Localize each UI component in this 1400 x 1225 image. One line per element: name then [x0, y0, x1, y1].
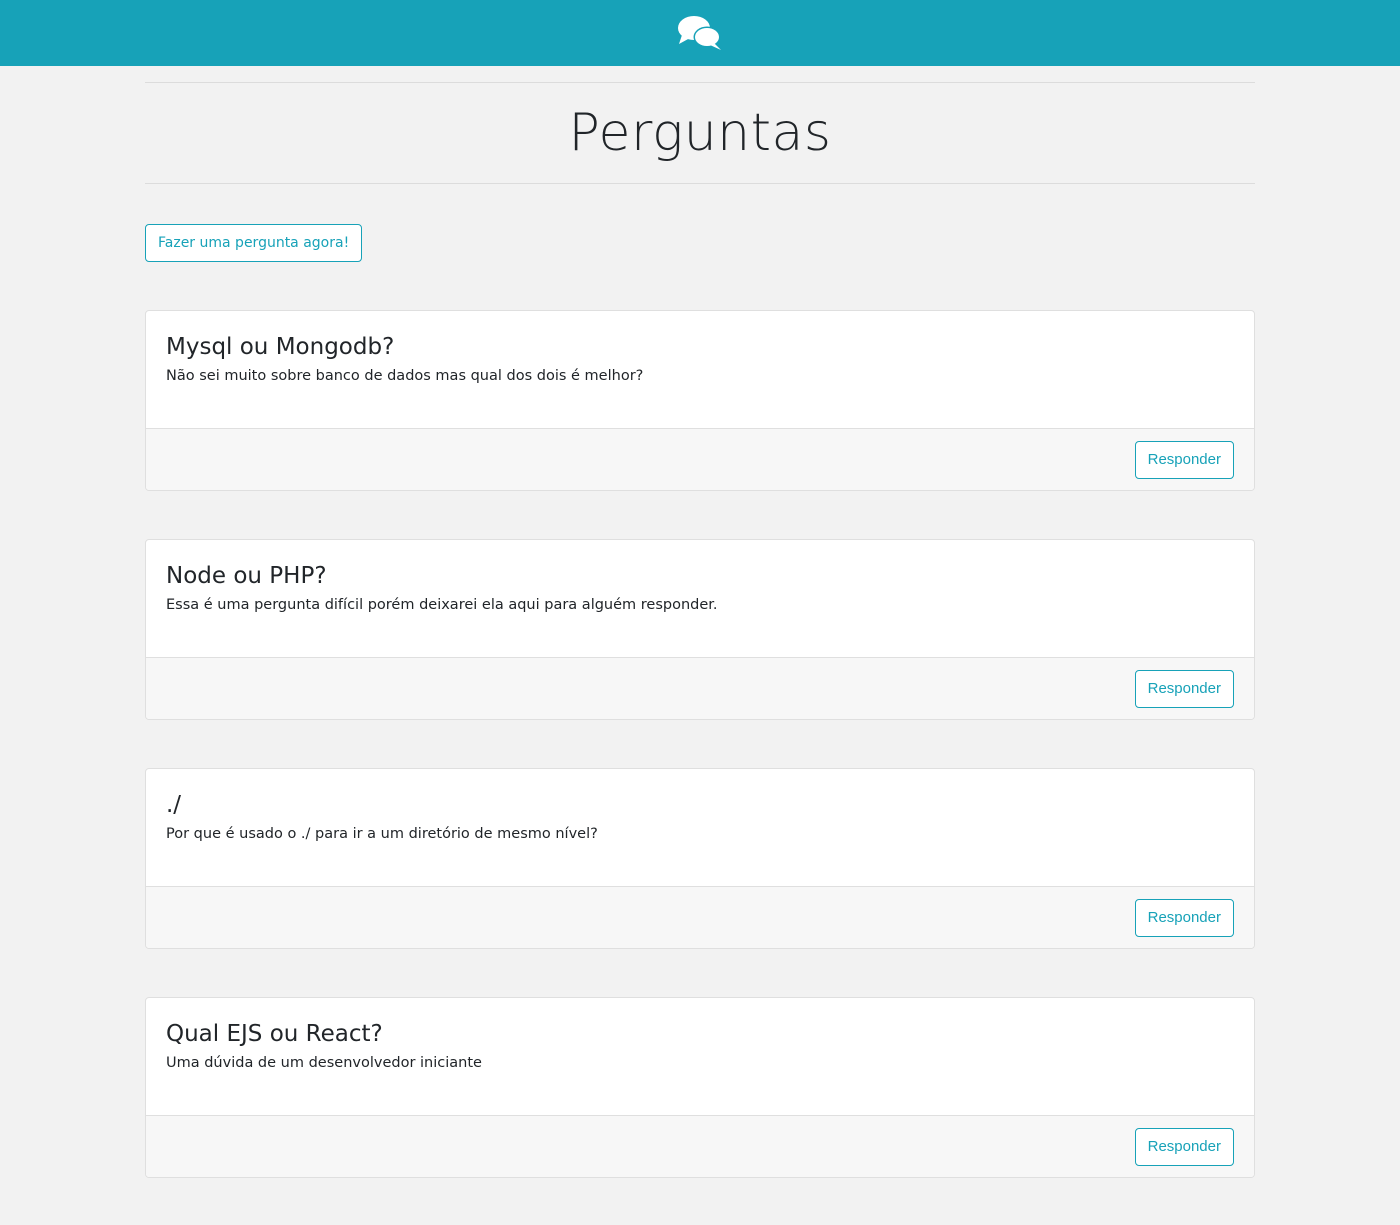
question-description: Por que é usado o ./ para ir a um diretó… [166, 826, 598, 842]
title-divider-bottom [145, 183, 1255, 184]
answer-button[interactable]: Responder [1134, 441, 1234, 479]
question-title: Mysql ou Mongodb? [166, 334, 395, 360]
answer-button[interactable]: Responder [1134, 1128, 1234, 1166]
question-card: Node ou PHP? Essa é uma pergunta difícil… [145, 539, 1255, 720]
question-card: Qual EJS ou React? Uma dúvida de um dese… [145, 997, 1255, 1178]
question-card-body: Node ou PHP? Essa é uma pergunta difícil… [146, 540, 1254, 657]
question-card-footer: Responder [146, 886, 1254, 948]
comments-icon[interactable] [676, 13, 724, 53]
top-navbar [0, 0, 1400, 66]
question-card-body: Mysql ou Mongodb? Não sei muito sobre ba… [146, 311, 1254, 428]
question-title: Qual EJS ou React? [166, 1021, 383, 1047]
answer-button[interactable]: Responder [1134, 899, 1234, 937]
question-description: Uma dúvida de um desenvolvedor iniciante [166, 1055, 482, 1071]
question-card-footer: Responder [146, 657, 1254, 719]
question-card: ./ Por que é usado o ./ para ir a um dir… [145, 768, 1255, 949]
question-list: Mysql ou Mongodb? Não sei muito sobre ba… [145, 310, 1255, 1178]
question-card-body: ./ Por que é usado o ./ para ir a um dir… [146, 769, 1254, 886]
answer-button[interactable]: Responder [1134, 670, 1234, 708]
question-title: ./ [166, 792, 182, 818]
question-title: Node ou PHP? [166, 563, 327, 589]
ask-question-button[interactable]: Fazer uma pergunta agora! [145, 224, 363, 262]
page-title: Perguntas [568, 103, 832, 163]
question-card-footer: Responder [146, 428, 1254, 490]
main-container: Perguntas Fazer uma pergunta agora! Mysq… [145, 82, 1255, 1178]
question-description: Não sei muito sobre banco de dados mas q… [166, 368, 644, 384]
question-card: Mysql ou Mongodb? Não sei muito sobre ba… [145, 310, 1255, 491]
question-card-body: Qual EJS ou React? Uma dúvida de um dese… [146, 998, 1254, 1115]
question-description: Essa é uma pergunta difícil porém deixar… [166, 597, 718, 613]
question-card-footer: Responder [146, 1115, 1254, 1177]
